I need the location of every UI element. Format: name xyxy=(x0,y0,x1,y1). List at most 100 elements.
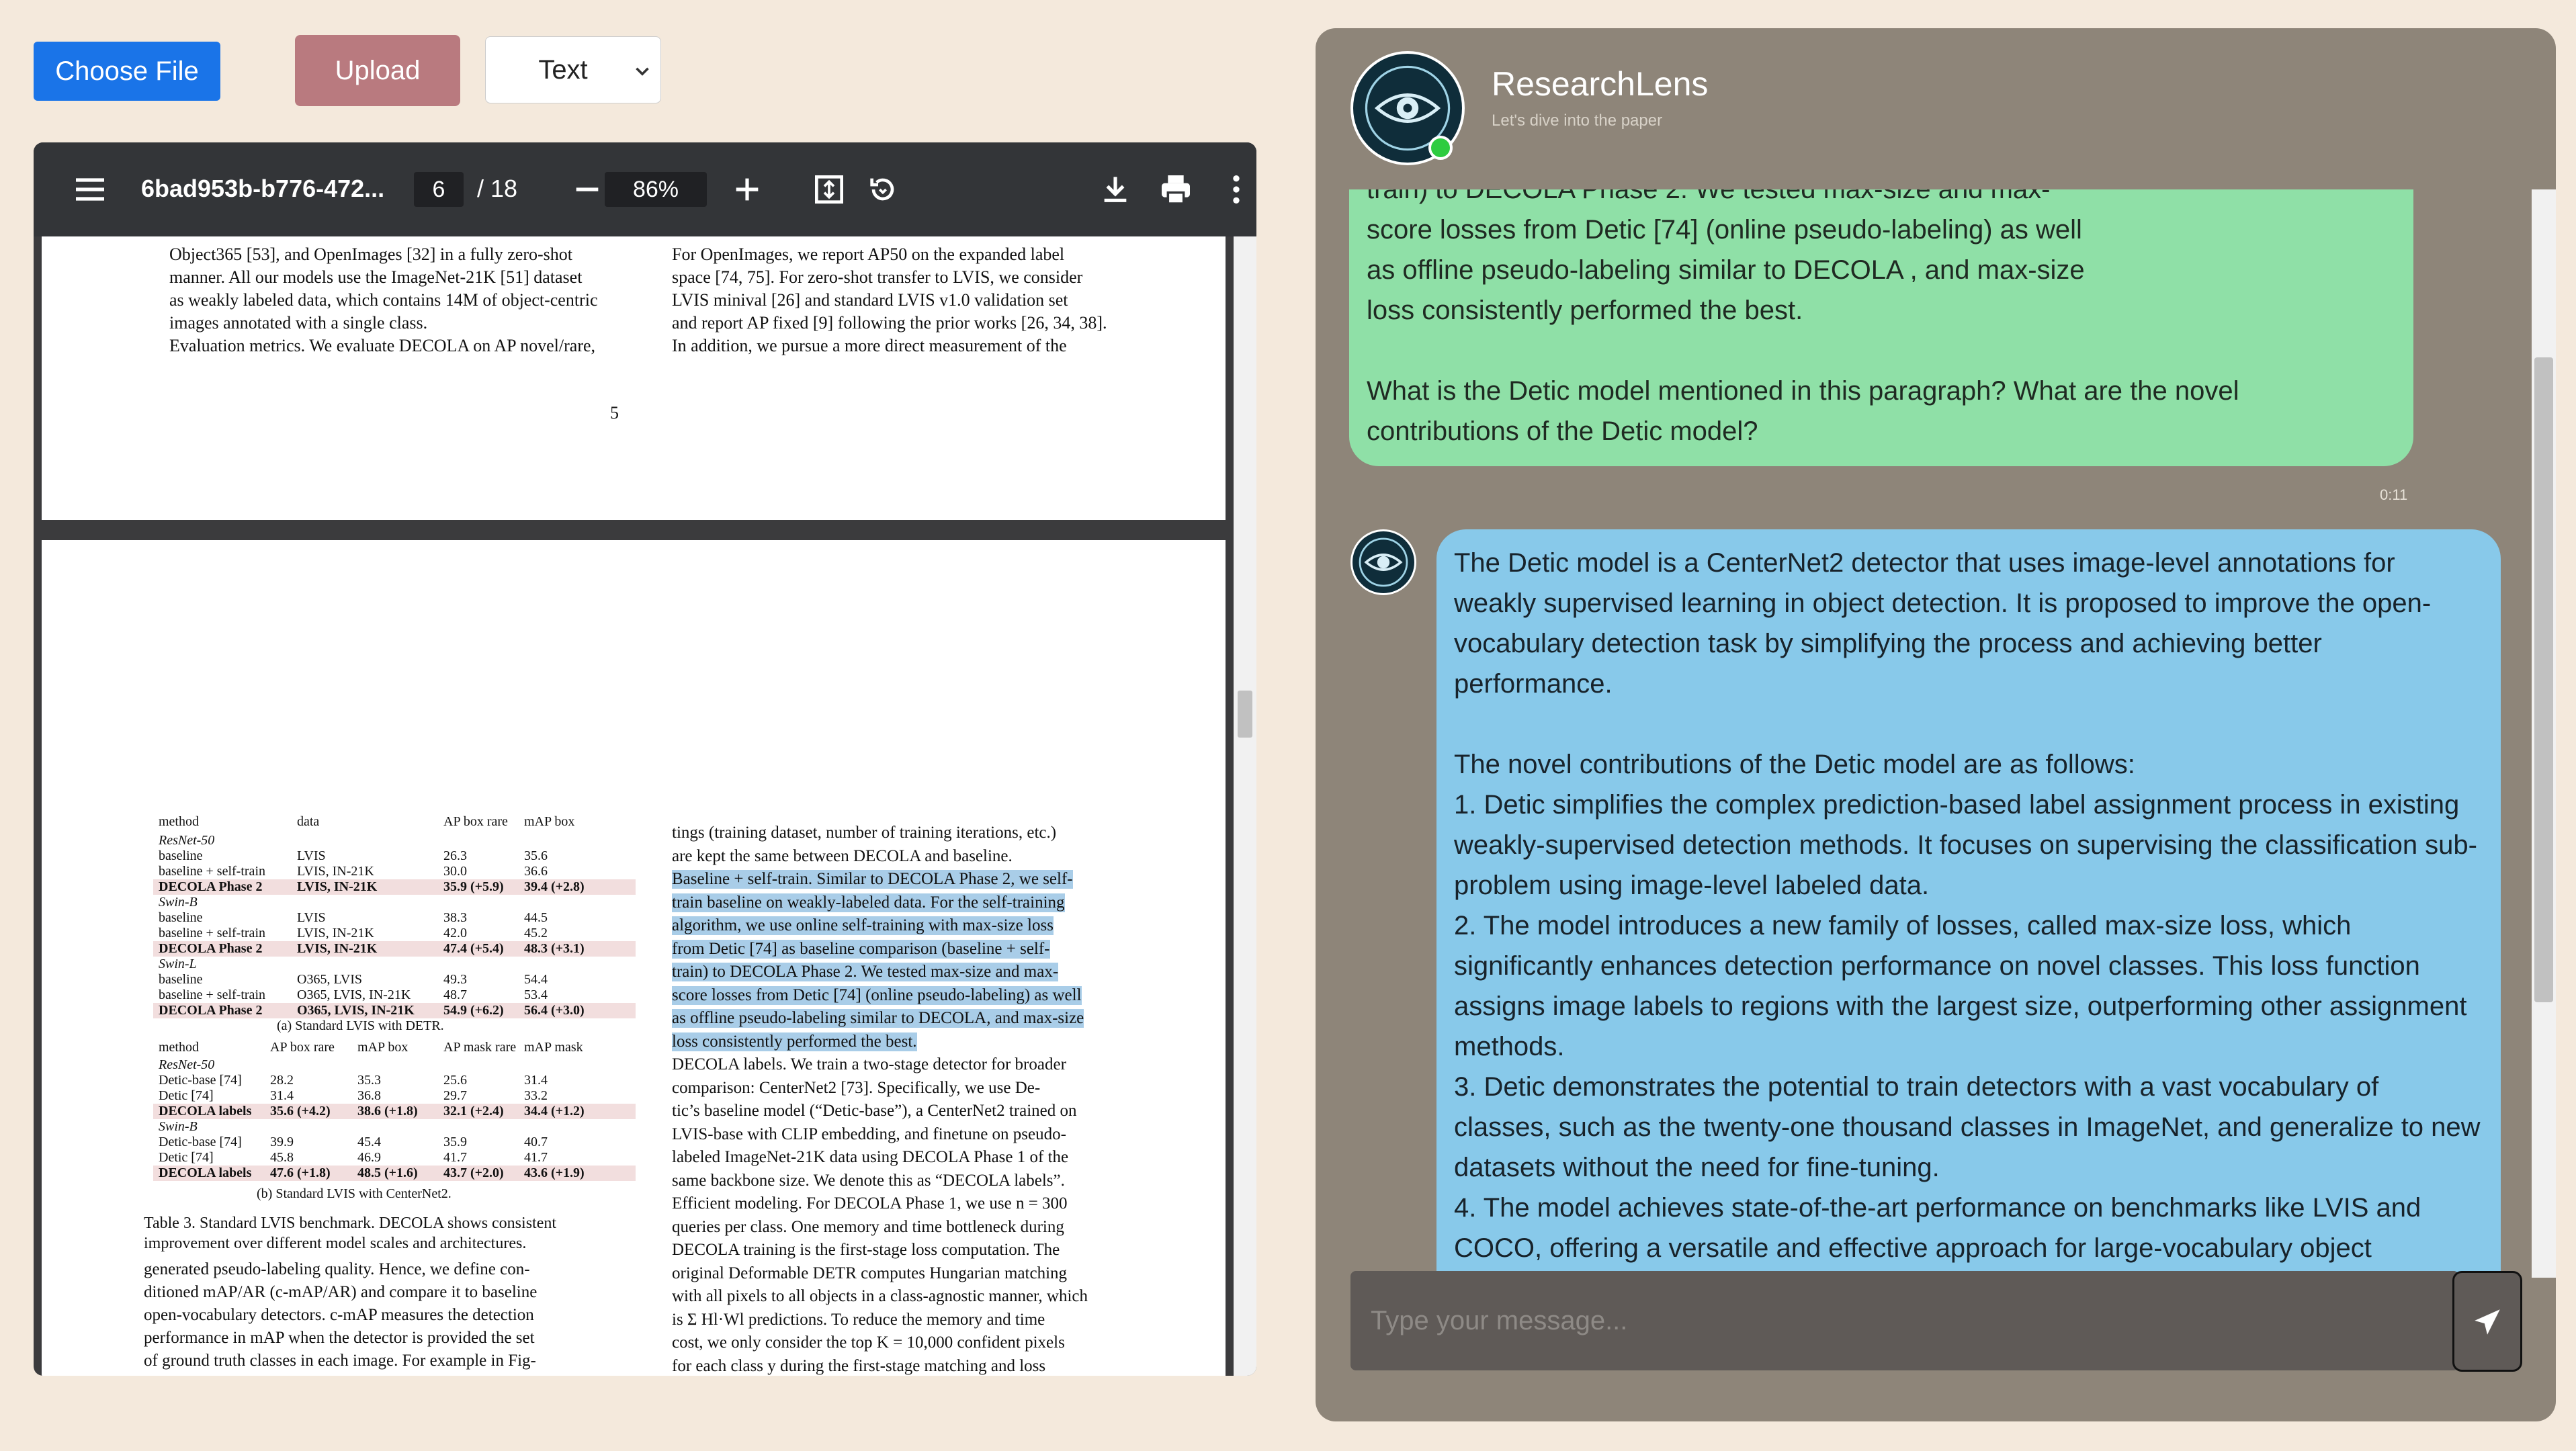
text-line: DECOLA labels. We train a two-stage dete… xyxy=(672,1055,1066,1073)
table-cell: 38.6 (+1.8) xyxy=(357,1104,418,1118)
table-cell: 47.4 (+5.4) xyxy=(443,941,504,956)
message-timestamp: 0:11 xyxy=(2380,486,2408,503)
table-cell: baseline xyxy=(159,848,203,863)
message-input-area xyxy=(1350,1271,2459,1370)
table-cell: 56.4 (+3.0) xyxy=(524,1003,585,1018)
zoom-in-icon[interactable] xyxy=(728,171,766,208)
message-input[interactable] xyxy=(1350,1271,2425,1370)
print-icon[interactable] xyxy=(1157,171,1195,208)
table-cell: 41.7 xyxy=(443,1150,467,1165)
send-button[interactable] xyxy=(2452,1271,2522,1372)
table-cell: LVIS, IN-21K xyxy=(297,941,378,956)
download-icon[interactable] xyxy=(1097,171,1134,208)
text-line: same backbone size. We denote this as “D… xyxy=(672,1171,1065,1190)
text-line: score losses from Detic [74] (online pse… xyxy=(1367,215,2082,245)
pdf-toolbar: 6bad953b-b776-472... 6 / 18 86% xyxy=(34,142,1256,236)
text-line: For OpenImages, we report AP50 on the ex… xyxy=(672,245,1065,264)
text-line: Baseline + self-train. Similar to DECOLA… xyxy=(672,870,1073,889)
table-cell: 35.9 (+5.9) xyxy=(443,879,504,894)
text-line: with all pixels to all objects in a clas… xyxy=(672,1287,1088,1305)
text-line: LVIS-base with CLIP embedding, and finet… xyxy=(672,1125,1066,1143)
text-line: ure 1, both detectors use “cat”, “mentos… xyxy=(144,1374,512,1376)
table-header-cell: data xyxy=(297,814,320,829)
fit-page-icon[interactable] xyxy=(810,171,848,208)
text-line: of ground truth classes in each image. F… xyxy=(144,1352,536,1370)
table-cell: 53.4 xyxy=(524,987,548,1002)
table-cell: 54.9 (+6.2) xyxy=(443,1003,504,1018)
text-line: performance. xyxy=(1454,669,1613,699)
table-cell: 34.4 (+1.2) xyxy=(524,1104,585,1118)
table-cell: 35.9 xyxy=(443,1135,467,1149)
text-line: train) to DECOLA Phase 2. We tested max-… xyxy=(1367,189,2051,204)
table-header-cell: mAP box xyxy=(524,814,575,829)
upload-button[interactable]: Upload xyxy=(295,35,460,106)
table-cell: Detic [74] xyxy=(159,1088,214,1103)
text-line: Evaluation metrics. We evaluate DECOLA o… xyxy=(169,336,596,355)
text-line: as offline pseudo-labeling similar to DE… xyxy=(1367,255,2085,285)
table-cell: ResNet-50 xyxy=(159,1057,215,1072)
table-cell: 44.5 xyxy=(524,910,548,925)
zoom-out-icon[interactable] xyxy=(568,171,606,208)
table-cell: Detic [74] xyxy=(159,1150,214,1165)
table-cell: 45.4 xyxy=(357,1135,381,1149)
choose-file-button[interactable]: Choose File xyxy=(34,42,220,101)
table-cell: DECOLA labels xyxy=(159,1166,252,1180)
text-line: loss consistently performed the best. xyxy=(672,1032,917,1051)
table-cell: 31.4 xyxy=(270,1088,294,1103)
text-line: datasets without the need for fine-tunin… xyxy=(1454,1153,1940,1182)
table-cell: 46.9 xyxy=(357,1150,381,1165)
text-line: problem using image-level labeled data. xyxy=(1454,871,1930,900)
page-number-input[interactable]: 6 xyxy=(414,172,464,207)
table-cell: DECOLA Phase 2 xyxy=(159,941,263,956)
bot-message-avatar xyxy=(1350,529,1416,595)
page-total: / 18 xyxy=(477,175,518,202)
table-cell: Detic-base [74] xyxy=(159,1135,242,1149)
table-cell: baseline + self-train xyxy=(159,987,265,1002)
rotate-icon[interactable] xyxy=(864,171,902,208)
text-line: In addition, we pursue a more direct mea… xyxy=(672,336,1067,355)
pdf-page-5: Object365 [53], and OpenImages [32] in a… xyxy=(42,236,1226,520)
bot-name: ResearchLens xyxy=(1492,65,1709,103)
table-cell: DECOLA labels xyxy=(159,1104,252,1118)
table-cell: 29.7 xyxy=(443,1088,467,1103)
zoom-level[interactable]: 86% xyxy=(605,172,707,207)
chevron-down-icon xyxy=(636,67,649,76)
chat-scrollbar-thumb[interactable] xyxy=(2534,357,2553,1002)
text-line: train baseline on weakly-labeled data. F… xyxy=(672,893,1065,912)
table-cell: baseline xyxy=(159,972,203,987)
table-cell: Swin-B xyxy=(159,895,198,910)
text-line: methods. xyxy=(1454,1032,1565,1061)
text-line: algorithm, we use online self-training w… xyxy=(672,916,1054,935)
table-header-cell: method xyxy=(159,1040,199,1055)
table-cell: O365, LVIS xyxy=(297,972,363,987)
text-line: Efficient modeling. For DECOLA Phase 1, … xyxy=(672,1194,1068,1213)
table-cell: 35.3 xyxy=(357,1073,381,1088)
pdf-scrollbar-thumb[interactable] xyxy=(1238,691,1252,738)
text-line: tic’s baseline model (“Detic-base”), a C… xyxy=(672,1102,1077,1120)
table-caption: (b) Standard LVIS with CenterNet2. xyxy=(257,1186,452,1201)
text-line: improvement over different model scales … xyxy=(144,1235,527,1252)
pdf-scrollbar[interactable] xyxy=(1234,236,1256,1376)
chat-panel: ResearchLens Let's dive into the paper t… xyxy=(1316,28,2556,1421)
text-line: as offline pseudo-labeling similar to DE… xyxy=(672,1009,1084,1028)
table-cell: 48.3 (+3.1) xyxy=(524,941,585,956)
text-line: manner. All our models use the ImageNet-… xyxy=(169,267,583,287)
user-message: train) to DECOLA Phase 2. We tested max-… xyxy=(1349,189,2413,466)
table-cell: LVIS xyxy=(297,910,326,925)
menu-icon[interactable] xyxy=(71,171,109,208)
text-line: weakly supervised learning in object det… xyxy=(1454,588,2432,618)
table-cell: baseline + self-train xyxy=(159,864,265,879)
table-cell: DECOLA Phase 2 xyxy=(159,1003,263,1018)
pdf-file-name: 6bad953b-b776-472... xyxy=(141,175,385,202)
format-select[interactable]: Text xyxy=(485,36,661,103)
text-line: classes, such as the twenty-one thousand… xyxy=(1454,1112,2481,1142)
text-line: train) to DECOLA Phase 2. We tested max-… xyxy=(672,963,1059,981)
table-cell: baseline xyxy=(159,910,203,925)
text-line: Table 3. Standard LVIS benchmark. DECOLA… xyxy=(144,1215,557,1232)
chat-header: ResearchLens Let's dive into the paper xyxy=(1316,28,2556,189)
text-line: queries per class. One memory and time b… xyxy=(672,1217,1064,1236)
text-line: original Deformable DETR computes Hungar… xyxy=(672,1264,1068,1282)
table-cell: 32.1 (+2.4) xyxy=(443,1104,504,1118)
more-options-icon[interactable] xyxy=(1217,171,1255,208)
text-line: LVIS minival [26] and standard LVIS v1.0… xyxy=(672,290,1068,310)
